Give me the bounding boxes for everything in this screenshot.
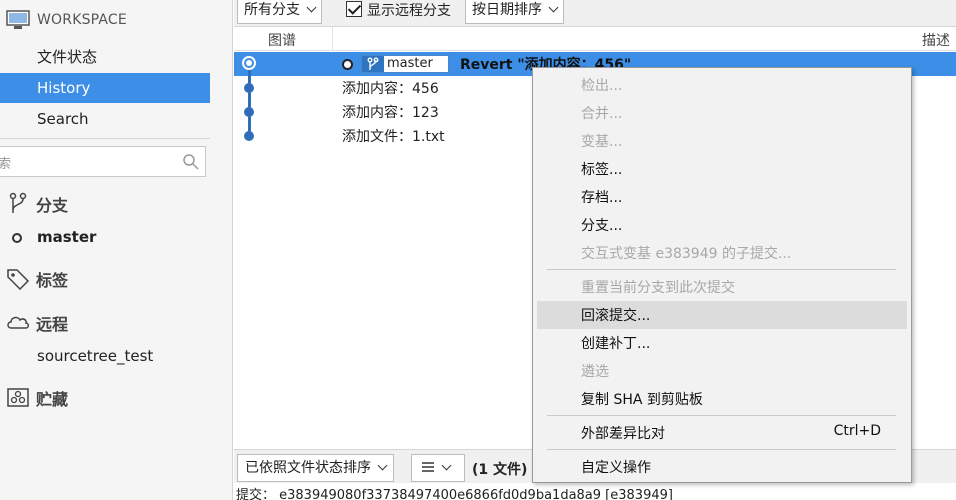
commit-context-menu: 检出... 合并... 变基... 标签... 存档... 分支... 交互式变… [532, 67, 912, 483]
branch-icon [362, 56, 384, 72]
workspace-header: WORKSPACE [0, 0, 233, 42]
menu-separator [547, 269, 896, 270]
menu-item-copy-sha[interactable]: 复制 SHA 到剪贴板 [533, 385, 911, 413]
menu-item-archive[interactable]: 存档... [533, 183, 911, 211]
graph-node [244, 83, 254, 93]
sidebar-search-input[interactable]: 搜索 [0, 146, 206, 177]
graph-node [244, 131, 254, 141]
menu-item-label: 变基... [581, 134, 623, 150]
menu-item-checkout[interactable]: 检出... [533, 71, 911, 99]
menu-item-label: 遴选 [581, 364, 609, 380]
nav-file-status[interactable]: 文件状态 [0, 42, 210, 72]
graph-column-header[interactable]: 图谱 [268, 30, 296, 50]
branches-title: 分支 [36, 196, 69, 215]
stashes-section-header[interactable]: 贮藏 [0, 382, 230, 412]
menu-item-interactive-rebase[interactable]: 交互式变基 e383949 的子提交... [533, 239, 911, 267]
graph-node [244, 107, 254, 117]
remotes-section-header[interactable]: 远程 [0, 307, 230, 337]
menu-item-label: 检出... [581, 78, 623, 94]
view-mode-dropdown[interactable] [411, 454, 465, 482]
sidebar: WORKSPACE 文件状态 History Search 搜索 分支 mast… [0, 0, 233, 500]
monitor-icon [6, 10, 30, 29]
chevron-down-icon [548, 2, 559, 13]
branch-label-text: master [387, 56, 433, 71]
sidebar-divider [0, 138, 210, 139]
menu-item-label: 存档... [581, 190, 623, 206]
nav-search[interactable]: Search [0, 104, 210, 134]
branch-filter-label: 所有分支 [244, 2, 300, 18]
graph-node-selected [242, 56, 256, 70]
menu-item-create-patch[interactable]: 创建补丁... [533, 329, 911, 357]
chevron-down-icon [441, 460, 452, 471]
search-placeholder: 搜索 [0, 157, 12, 172]
menu-item-rebase[interactable]: 变基... [533, 127, 911, 155]
menu-item-branch[interactable]: 分支... [533, 211, 911, 239]
search-icon[interactable] [182, 153, 200, 171]
show-remote-checkbox[interactable] [346, 1, 362, 17]
stashes-title: 贮藏 [36, 390, 69, 409]
tags-section-header[interactable]: 标签 [0, 263, 230, 293]
menu-item-label: 重置当前分支到此次提交 [581, 280, 735, 296]
remote-item-sourcetree-test[interactable]: sourcetree_test [0, 344, 230, 370]
chevron-down-icon [306, 2, 317, 13]
remote-item-label: sourcetree_test [37, 347, 154, 365]
branch-icon [9, 192, 27, 213]
menu-item-tag[interactable]: 标签... [533, 155, 911, 183]
commit-list-header: 图谱 描述 [234, 27, 956, 51]
menu-item-external-diff[interactable]: 外部差异比对 Ctrl+D [533, 419, 911, 447]
nav-history[interactable]: History [0, 73, 210, 103]
menu-item-label: 复制 SHA 到剪贴板 [581, 392, 703, 408]
file-sort-dropdown[interactable]: 已依照文件状态排序 [237, 454, 394, 482]
stash-icon [7, 388, 29, 407]
branch-label-badge: master [361, 55, 449, 73]
chevron-down-icon [377, 460, 388, 471]
workspace-label: WORKSPACE [37, 12, 127, 28]
commit-message: 添加内容：456 [342, 81, 439, 97]
current-branch-dot-icon [12, 233, 22, 243]
menu-separator [547, 415, 896, 416]
menu-item-merge[interactable]: 合并... [533, 99, 911, 127]
menu-item-label: 创建补丁... [581, 336, 651, 352]
commit-info: 提交： e383949080f33738497400e6866fd0d9ba1d… [236, 488, 673, 500]
show-remote-label: 显示远程分支 [367, 3, 451, 19]
menu-item-revert-commit[interactable]: 回滚提交... [537, 301, 907, 329]
head-indicator-icon [342, 59, 353, 70]
sort-label: 按日期排序 [472, 2, 542, 18]
file-count: (1 文件) [472, 462, 528, 478]
file-sort-label: 已依照文件状态排序 [245, 460, 371, 476]
menu-item-label: 外部差异比对 [581, 426, 665, 442]
branches-section-header[interactable]: 分支 [0, 188, 230, 218]
tags-title: 标签 [36, 271, 69, 290]
column-separator[interactable] [332, 27, 333, 51]
sort-dropdown[interactable]: 按日期排序 [465, 0, 564, 24]
commit-message: 添加内容：123 [342, 105, 439, 121]
graph-edge [248, 66, 251, 136]
menu-item-label: 回滚提交... [581, 308, 651, 324]
menu-item-cherry-pick[interactable]: 遴选 [533, 357, 911, 385]
menu-item-label: 分支... [581, 218, 623, 234]
menu-item-custom-actions[interactable]: 自定义操作 [533, 453, 911, 481]
tag-icon [7, 269, 30, 290]
menu-separator [547, 449, 896, 450]
list-icon [422, 462, 434, 472]
description-column-header[interactable]: 描述 [922, 30, 950, 50]
branch-filter-dropdown[interactable]: 所有分支 [237, 0, 322, 24]
menu-item-label: 交互式变基 e383949 的子提交... [581, 246, 792, 262]
menu-item-label: 标签... [581, 162, 623, 178]
menu-item-shortcut: Ctrl+D [833, 423, 881, 439]
branch-item-master[interactable]: master [0, 225, 230, 251]
branch-item-label: master [37, 228, 97, 246]
commit-message: 添加文件：1.txt [342, 129, 445, 145]
menu-item-label: 合并... [581, 106, 623, 122]
menu-item-reset[interactable]: 重置当前分支到此次提交 [533, 273, 911, 301]
history-toolbar: 所有分支 显示远程分支 按日期排序 [234, 0, 956, 27]
remotes-title: 远程 [36, 315, 69, 334]
menu-item-label: 自定义操作 [581, 460, 651, 476]
cloud-icon [7, 316, 29, 329]
